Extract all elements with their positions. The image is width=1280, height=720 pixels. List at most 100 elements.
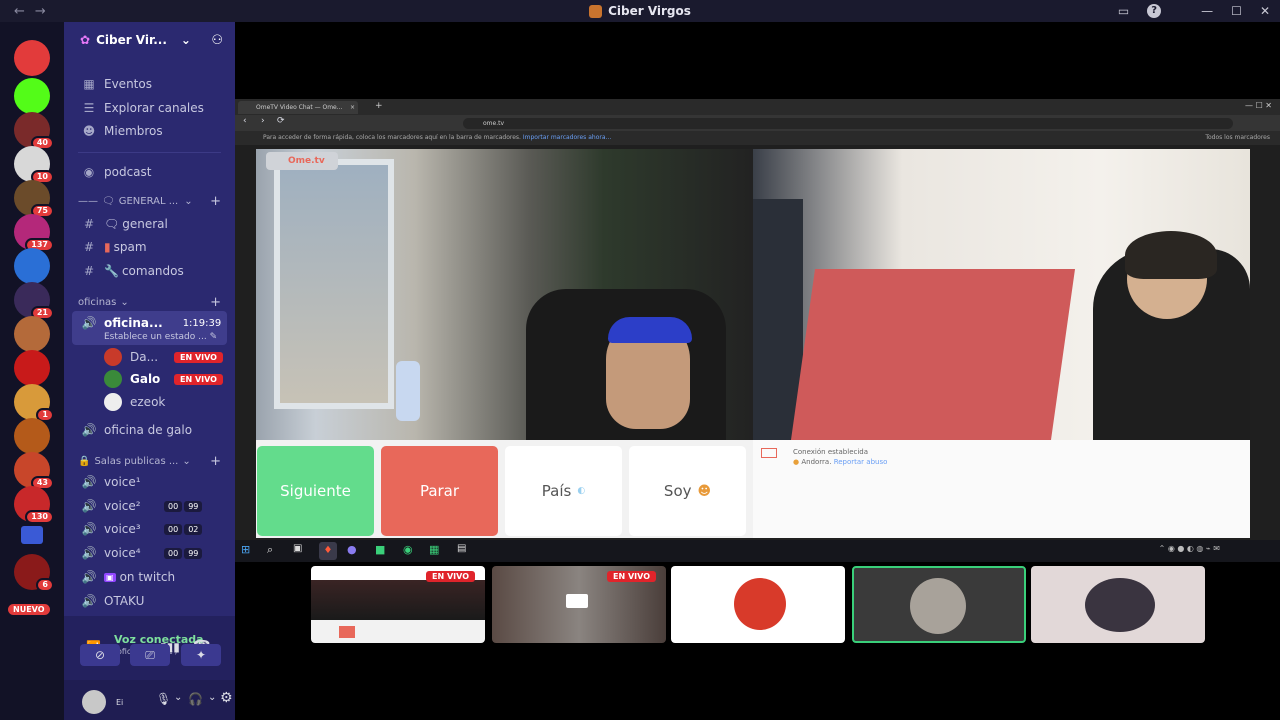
chevron-down-icon[interactable]: ⌄: [208, 692, 216, 703]
channel-spam[interactable]: # ▮ spam: [80, 237, 147, 257]
stop-button[interactable]: Parar: [381, 446, 498, 536]
avatar: [910, 578, 966, 634]
voice-user[interactable]: Da... EN VIVO: [104, 347, 223, 367]
add-channel-icon[interactable]: +: [210, 454, 221, 469]
server-icon-server-8[interactable]: [14, 316, 50, 352]
url-input[interactable]: ome.tv: [463, 118, 1233, 129]
title-bar: ← → Ciber Virgos ▭ ? — ☐ ✕: [0, 0, 1280, 22]
back-icon[interactable]: ‹: [243, 116, 247, 126]
voice-user[interactable]: Galo EN VIVO: [104, 369, 223, 389]
participant-tile[interactable]: EN VIVO: [492, 566, 666, 643]
app-icon[interactable]: ■: [375, 543, 385, 556]
add-member-icon[interactable]: ⚇: [211, 33, 223, 48]
new-tab-icon[interactable]: +: [375, 101, 383, 111]
gear-icon[interactable]: ⚙: [220, 690, 233, 706]
country-button[interactable]: País ◐: [505, 446, 622, 536]
microphone-icon[interactable]: 🎙: [156, 692, 171, 706]
window-controls-icon[interactable]: — ☐ ✕: [1245, 101, 1272, 110]
participant-tile[interactable]: [1031, 566, 1205, 643]
category-oficinas[interactable]: oficinas ⌄: [78, 297, 129, 308]
server-icon-server-12[interactable]: 43: [14, 452, 54, 490]
sidebar-item-miembros[interactable]: ☻ Miembros: [80, 121, 163, 141]
channel-oficina-galo[interactable]: 🔊 oficina de galo: [80, 420, 193, 440]
gender-button[interactable]: Soy ☻: [629, 446, 746, 536]
sidebar-item-explorar[interactable]: ☰ Explorar canales: [80, 98, 204, 118]
channel-on-twitch[interactable]: 🔊 ▣ on twitch: [80, 567, 176, 587]
all-bookmarks[interactable]: Todos los marcadores: [1205, 131, 1270, 145]
server-header[interactable]: ✿ Ciber Vir... ⌄ ⚇: [64, 22, 235, 58]
server-icon-server-11[interactable]: [14, 418, 50, 454]
channel-comandos[interactable]: # 🔧 comandos: [80, 261, 184, 281]
tab-ometv[interactable]: OmeTV Video Chat — Ome... ×: [238, 101, 358, 114]
server-icon-folder[interactable]: [21, 526, 43, 544]
chevron-down-icon[interactable]: ⌄: [174, 692, 182, 703]
activities-button[interactable]: ✦: [181, 644, 221, 666]
browse-icon: ☰: [83, 101, 95, 115]
close-icon[interactable]: ✕: [1260, 4, 1270, 18]
category-salas[interactable]: 🔒 Salas publicas ... ⌄: [78, 456, 191, 467]
server-icon-kick[interactable]: [14, 78, 50, 114]
call-timer: 1:19:39: [182, 317, 222, 329]
server-icon-server-15[interactable]: 6: [14, 554, 54, 592]
server-icon-server-2[interactable]: 40: [14, 112, 54, 150]
category-general[interactable]: —— 🗨 GENERAL ... ⌄: [78, 196, 193, 207]
whatsapp-icon[interactable]: ◉: [403, 543, 413, 556]
screen-share-button[interactable]: ⎚: [130, 644, 170, 666]
channel-voice-2[interactable]: 🔊 voice² 00 99: [80, 496, 203, 516]
user-count: 00: [164, 523, 183, 535]
terminal-icon[interactable]: ▤: [457, 543, 466, 554]
participant-tile[interactable]: EN VIVO: [311, 566, 485, 643]
phone-icon: ▮: [104, 240, 111, 254]
channel-voice-4[interactable]: 🔊 voice⁴ 00 99: [80, 543, 203, 563]
sidebar-item-eventos[interactable]: ▦ Eventos: [80, 74, 152, 94]
close-icon[interactable]: ×: [350, 101, 355, 114]
next-button[interactable]: Siguiente: [257, 446, 374, 536]
channel-voice-1[interactable]: 🔊 voice¹: [80, 472, 158, 492]
server-icon-server-5[interactable]: 137: [14, 214, 54, 252]
server-icon-server-ciber-virgos[interactable]: 1: [14, 384, 54, 422]
avatar[interactable]: [82, 690, 106, 714]
inbox-icon[interactable]: ▭: [1118, 4, 1129, 18]
voice-user[interactable]: ezeok: [104, 392, 166, 412]
search-icon[interactable]: ⌕: [267, 543, 273, 557]
channel-otaku[interactable]: 🔊 OTAKU: [80, 591, 145, 611]
taskview-icon[interactable]: ▣: [293, 543, 302, 554]
import-bookmarks-link[interactable]: Importar marcadores ahora...: [523, 134, 611, 141]
reload-icon[interactable]: ⟳: [277, 116, 285, 126]
server-icon-server-7[interactable]: 21: [14, 282, 54, 320]
windows-icon[interactable]: ⊞: [241, 543, 250, 556]
server-icon-server-6[interactable]: [14, 248, 50, 284]
back-icon[interactable]: ←: [14, 4, 25, 19]
server-icon-server-9[interactable]: [14, 350, 50, 386]
maximize-icon[interactable]: ☐: [1231, 4, 1242, 18]
forward-icon[interactable]: ›: [261, 116, 265, 126]
voice-user-name: Da...: [130, 350, 159, 364]
headphones-icon[interactable]: 🎧: [188, 692, 203, 706]
channel-podcast[interactable]: ◉ podcast: [80, 162, 152, 182]
server-icon-discord-home[interactable]: [14, 40, 50, 76]
lock-icon: 🔒: [78, 456, 91, 467]
forward-icon[interactable]: →: [35, 4, 46, 19]
camera-button[interactable]: ⊘: [80, 644, 120, 666]
channel-status[interactable]: Establece un estado ... ✎: [104, 332, 217, 342]
system-tray[interactable]: ⌃ ◉ ● ◐ ◍ ⌁ ✉: [1159, 544, 1220, 553]
add-channel-icon[interactable]: +: [210, 295, 221, 310]
participant-tile-speaking[interactable]: [852, 566, 1026, 643]
participant-tile[interactable]: [671, 566, 845, 643]
channel-general[interactable]: # 🗨 general: [80, 214, 168, 234]
channel-voice-3[interactable]: 🔊 voice³ 00 02: [80, 519, 203, 539]
report-flag-icon[interactable]: [761, 448, 777, 458]
channel-oficina[interactable]: 🔊 oficina... 1:19:39: [80, 313, 222, 333]
discord-icon[interactable]: ●: [347, 543, 357, 556]
username[interactable]: Ei: [116, 698, 123, 707]
minimize-icon[interactable]: —: [1201, 4, 1213, 18]
report-abuse-link[interactable]: Reportar abuso: [834, 458, 888, 466]
channel-label: OTAKU: [104, 594, 145, 608]
server-icon-server-4[interactable]: 75: [14, 180, 54, 218]
brave-icon[interactable]: ♦: [319, 542, 337, 560]
app-icon[interactable]: ▦: [429, 543, 439, 556]
server-icon-server-3[interactable]: 10: [14, 146, 54, 184]
server-icon-server-13[interactable]: 130: [14, 486, 54, 524]
add-channel-icon[interactable]: +: [210, 194, 221, 209]
help-icon[interactable]: ?: [1147, 4, 1162, 18]
